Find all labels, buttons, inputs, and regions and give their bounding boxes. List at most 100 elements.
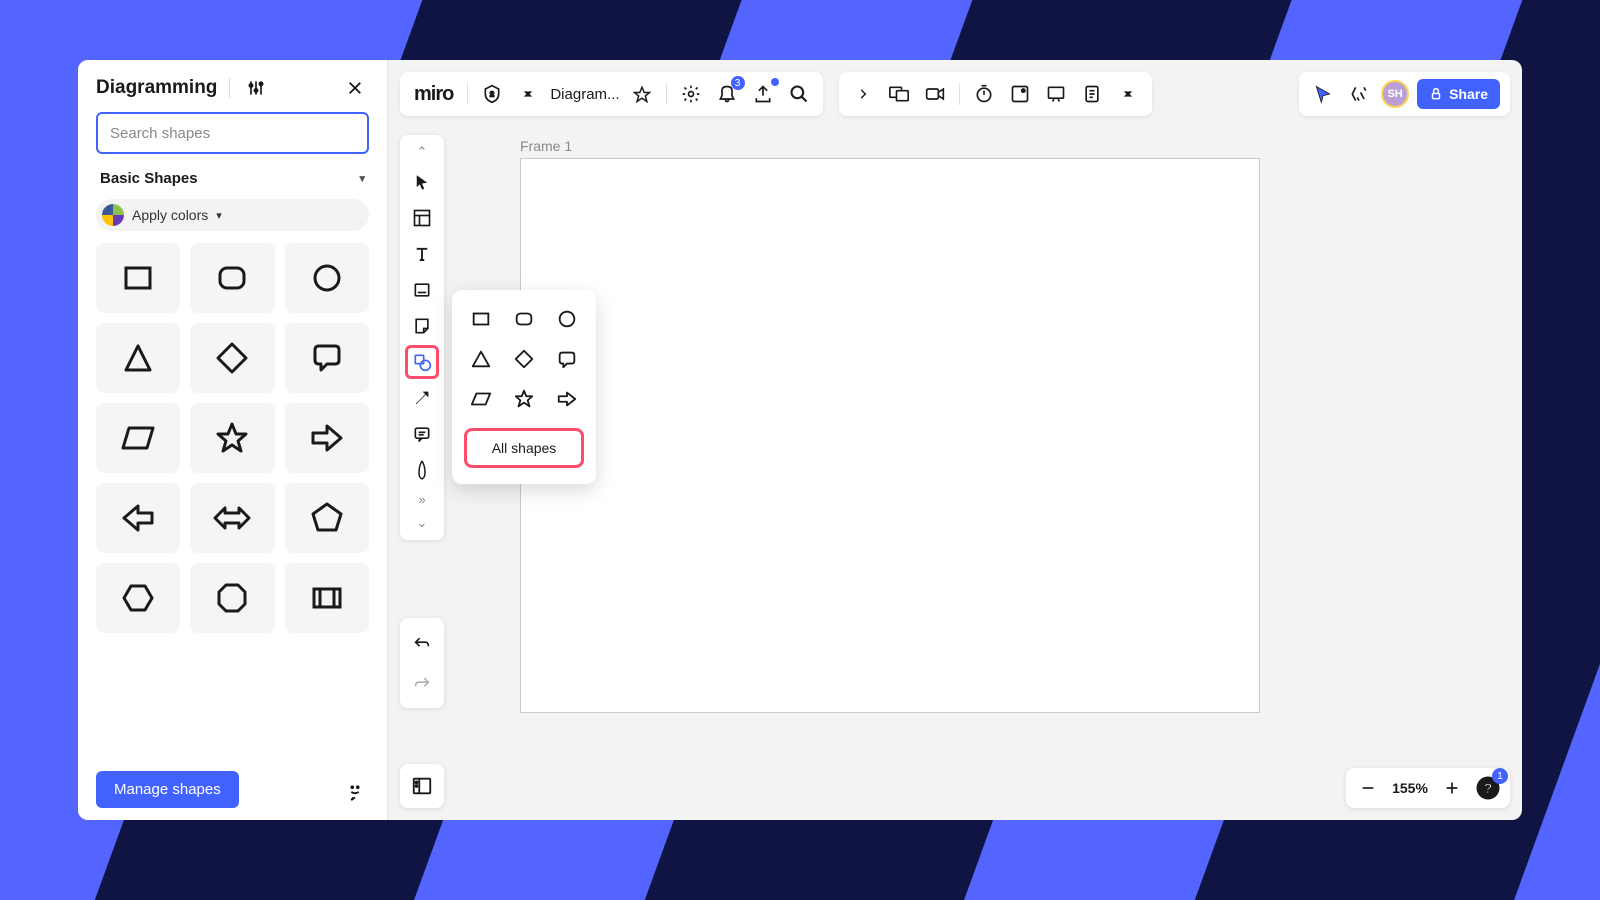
shape-grid	[78, 243, 387, 761]
close-icon[interactable]	[341, 74, 369, 102]
shape-hexagon[interactable]	[96, 563, 180, 633]
board-name[interactable]: Diagram...	[550, 86, 619, 103]
shape-rectangle[interactable]	[96, 243, 180, 313]
timer-icon[interactable]	[970, 80, 998, 108]
apply-colors-button[interactable]: Apply colors ▾	[96, 199, 369, 231]
pop-shape-parallelogram[interactable]	[466, 384, 496, 414]
collapse-icon[interactable]: ⌃	[417, 141, 428, 163]
manage-shapes-button[interactable]: Manage shapes	[96, 771, 239, 808]
tool-note[interactable]	[405, 309, 439, 343]
shape-rounded-rectangle[interactable]	[190, 243, 274, 313]
pop-shape-arrow-right[interactable]	[552, 384, 582, 414]
tool-comment[interactable]	[405, 417, 439, 451]
zoom-in-button[interactable]	[1438, 774, 1466, 802]
shapes-panel: Diagramming Basic Shapes ▾ Apply colors …	[78, 60, 388, 820]
shape-parallelogram[interactable]	[96, 403, 180, 473]
pop-shape-triangle[interactable]	[466, 344, 496, 374]
chevron-right-icon[interactable]	[849, 80, 877, 108]
board-menu-icon[interactable]	[514, 80, 542, 108]
canvas-frame[interactable]	[520, 158, 1260, 713]
toolbar-group-share: SH Share	[1299, 72, 1510, 116]
tool-arrow[interactable]	[405, 381, 439, 415]
voting-icon[interactable]	[1006, 80, 1034, 108]
undo-icon[interactable]	[405, 626, 439, 660]
shape-diamond[interactable]	[190, 323, 274, 393]
svg-text:?: ?	[1484, 780, 1493, 796]
shape-star[interactable]	[190, 403, 274, 473]
help-button[interactable]: ? 1	[1474, 774, 1502, 802]
pop-shape-diamond[interactable]	[509, 344, 539, 374]
frame-label[interactable]: Frame 1	[520, 138, 572, 154]
shapes-popover: All shapes	[452, 290, 596, 484]
tools-toolbar: ⌃ » ⌄	[400, 135, 444, 540]
panel-title: Diagramming	[96, 77, 217, 99]
lock-icon	[1429, 87, 1443, 101]
pop-shape-star[interactable]	[509, 384, 539, 414]
top-toolbar: miro 2 Diagram... 3	[400, 72, 1510, 116]
section-title: Basic Shapes	[100, 170, 198, 187]
minimap-button[interactable]	[400, 764, 444, 808]
tool-pen[interactable]	[405, 453, 439, 487]
share-button[interactable]: Share	[1417, 79, 1500, 109]
video-icon[interactable]	[921, 80, 949, 108]
panel-footer: Manage shapes	[78, 761, 387, 820]
reactions-icon[interactable]	[1345, 80, 1373, 108]
miro-logo[interactable]: miro	[410, 83, 457, 106]
shape-triangle[interactable]	[96, 323, 180, 393]
more-apps-icon[interactable]	[1114, 80, 1142, 108]
search-input[interactable]	[96, 112, 369, 154]
toolbar-group-collab	[839, 72, 1152, 116]
bell-icon[interactable]: 3	[713, 80, 741, 108]
shape-pentagon[interactable]	[285, 483, 369, 553]
pop-shape-circle[interactable]	[552, 304, 582, 334]
color-wheel-icon	[102, 204, 124, 226]
share-label: Share	[1449, 86, 1488, 102]
zoom-out-button[interactable]	[1354, 774, 1382, 802]
redo-icon[interactable]	[405, 666, 439, 700]
help-badge: 1	[1492, 768, 1508, 784]
toolbar-group-main: miro 2 Diagram... 3	[400, 72, 823, 116]
settings-sliders-icon[interactable]	[242, 74, 270, 102]
apply-colors-label: Apply colors	[132, 207, 208, 223]
cursor-tracking-icon[interactable]	[1309, 80, 1337, 108]
notes-icon[interactable]	[1078, 80, 1106, 108]
shape-predefined-process[interactable]	[285, 563, 369, 633]
tool-sticky[interactable]	[405, 273, 439, 307]
pop-shape-rounded-rectangle[interactable]	[509, 304, 539, 334]
all-shapes-button[interactable]: All shapes	[464, 428, 584, 468]
shape-arrow-right[interactable]	[285, 403, 369, 473]
tool-select[interactable]	[405, 165, 439, 199]
pop-shape-rectangle[interactable]	[466, 304, 496, 334]
tool-template[interactable]	[405, 201, 439, 235]
shape-arrow-left[interactable]	[96, 483, 180, 553]
star-icon[interactable]	[628, 80, 656, 108]
more-tools-icon[interactable]: »	[418, 489, 425, 510]
expand-icon[interactable]: ⌄	[417, 512, 428, 534]
export-icon[interactable]	[749, 80, 777, 108]
search-icon[interactable]	[785, 80, 813, 108]
canvas[interactable]: Frame 1	[458, 128, 1510, 808]
shape-speech-bubble[interactable]	[285, 323, 369, 393]
screen-share-icon[interactable]	[885, 80, 913, 108]
gear-icon[interactable]	[677, 80, 705, 108]
section-basic-shapes[interactable]: Basic Shapes ▾	[78, 166, 387, 191]
svg-text:2: 2	[490, 90, 494, 99]
shape-octagon[interactable]	[190, 563, 274, 633]
tool-text[interactable]	[405, 237, 439, 271]
chevron-down-icon: ▾	[359, 172, 365, 185]
panel-header: Diagramming	[78, 60, 387, 112]
pop-shape-speech-bubble[interactable]	[552, 344, 582, 374]
shape-circle[interactable]	[285, 243, 369, 313]
zoom-control: 155% ? 1	[1346, 768, 1510, 808]
notification-dot	[771, 78, 779, 86]
tool-shapes[interactable]	[405, 345, 439, 379]
plan-badge-icon[interactable]: 2	[478, 80, 506, 108]
main-area: miro 2 Diagram... 3	[388, 60, 1522, 820]
feedback-icon[interactable]	[341, 776, 369, 804]
present-icon[interactable]	[1042, 80, 1070, 108]
shape-double-arrow[interactable]	[190, 483, 274, 553]
user-avatar[interactable]: SH	[1381, 80, 1409, 108]
app-frame: Diagramming Basic Shapes ▾ Apply colors …	[78, 60, 1522, 820]
chevron-down-icon: ▾	[216, 209, 222, 222]
zoom-value[interactable]: 155%	[1390, 780, 1430, 796]
